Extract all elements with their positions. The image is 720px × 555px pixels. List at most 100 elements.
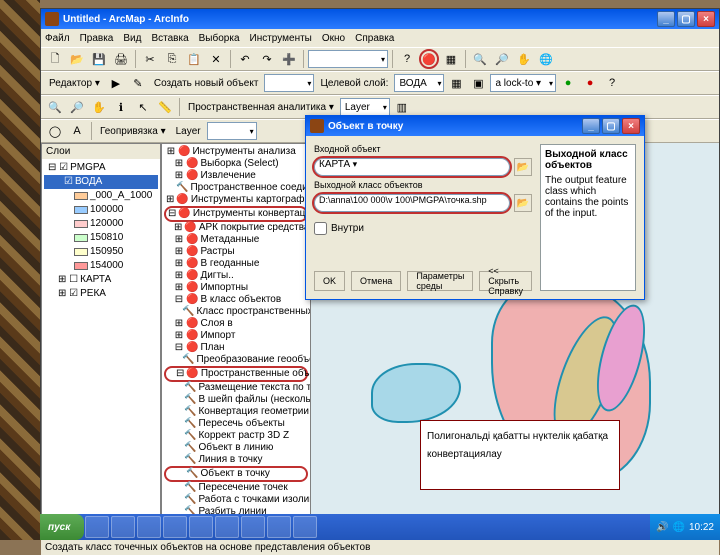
layer-combo[interactable]: Layer: [340, 98, 390, 116]
taskbar-item[interactable]: [163, 516, 187, 538]
cat-item-features[interactable]: ⊟🔴Пространственные объекты: [164, 366, 308, 382]
task-combo[interactable]: [264, 74, 314, 92]
cat-sub[interactable]: 🔨Пересечение точек: [164, 482, 308, 494]
environments-button[interactable]: Параметры среды: [407, 271, 473, 291]
dialog-close-button[interactable]: ×: [622, 118, 640, 134]
add-data-button[interactable]: ➕: [279, 49, 299, 69]
menu-view[interactable]: Вид: [123, 33, 141, 44]
dialog-maximize-button[interactable]: ▢: [602, 118, 620, 134]
measure-tool[interactable]: 📏: [155, 97, 175, 117]
toc-layer[interactable]: 150950: [44, 245, 158, 259]
cat-sub[interactable]: 🔨Линия в точку: [164, 454, 308, 466]
cat-sub[interactable]: 🔨В шейп файлы (несколько): [164, 394, 308, 406]
delete-button[interactable]: ✕: [206, 49, 226, 69]
georef-layer-combo[interactable]: [207, 122, 257, 140]
taskbar-item[interactable]: [267, 516, 291, 538]
cat-item[interactable]: ⊞🔴В геоданные: [164, 258, 308, 270]
pan-button[interactable]: ✋: [514, 49, 534, 69]
menu-tools[interactable]: Инструменты: [250, 33, 312, 44]
pan-tool[interactable]: ✋: [89, 97, 109, 117]
taskbar-item[interactable]: [85, 516, 109, 538]
toc-layer[interactable]: _000_A_1000: [44, 189, 158, 203]
input-features-field[interactable]: КАРТА ▾: [314, 158, 510, 176]
cat-sub[interactable]: 🔨Объект в линию: [164, 442, 308, 454]
open-button[interactable]: 📂: [67, 49, 87, 69]
cat-item[interactable]: ⊞🔴Слоя в: [164, 318, 308, 330]
catalog-button[interactable]: ▦: [441, 49, 461, 69]
spatial-analyst-label[interactable]: Пространственная аналитика ▾: [188, 102, 334, 113]
start-button[interactable]: пуск: [40, 514, 84, 540]
close-button[interactable]: ×: [697, 11, 715, 27]
tray-icon[interactable]: 🔊: [656, 522, 668, 533]
cat-item[interactable]: ⊞🔴Импортны: [164, 282, 308, 294]
output-class-field[interactable]: D:\anna\100 000\v 100\PMGPA\точка.shp: [314, 194, 510, 212]
sketch-props-button[interactable]: ▣: [468, 73, 488, 93]
cut-button[interactable]: ✂: [140, 49, 160, 69]
redo-button[interactable]: ↷: [257, 49, 277, 69]
help2-button[interactable]: ?: [602, 73, 622, 93]
taskbar-item[interactable]: [293, 516, 317, 538]
clock[interactable]: 10:22: [689, 522, 714, 533]
taskbar-item[interactable]: [215, 516, 239, 538]
cat-sub[interactable]: 🔨Конвертация геометрии по: [164, 406, 308, 418]
cancel-button[interactable]: Отмена: [351, 271, 401, 291]
menu-selection[interactable]: Выборка: [199, 33, 240, 44]
zoom-out-tool[interactable]: 🔎: [67, 97, 87, 117]
browse-output-button[interactable]: 📂: [514, 194, 532, 212]
target-combo[interactable]: ВОДА: [394, 74, 444, 92]
attributes-button[interactable]: ▦: [446, 73, 466, 93]
dialog-minimize-button[interactable]: _: [582, 118, 600, 134]
zoom-in-button[interactable]: 🔍: [470, 49, 490, 69]
maximize-button[interactable]: ▢: [677, 11, 695, 27]
taskbar-item[interactable]: [189, 516, 213, 538]
menu-file[interactable]: Файл: [45, 33, 70, 44]
menu-help[interactable]: Справка: [355, 33, 394, 44]
cat-sub[interactable]: 🔨Размещение текста по точкам: [164, 382, 308, 394]
lock-combo[interactable]: a lock-to ▾: [490, 74, 556, 92]
cat-item[interactable]: ⊞🔴Импорт: [164, 330, 308, 342]
help-button[interactable]: ?: [397, 49, 417, 69]
toc-layer-selected[interactable]: ☑ ВОДА: [44, 175, 158, 189]
toc-layer[interactable]: 150810: [44, 231, 158, 245]
taskbar-item[interactable]: [111, 516, 135, 538]
sketch-tool-button[interactable]: ✎: [128, 73, 148, 93]
cat-item[interactable]: ⊟🔴План: [164, 342, 308, 354]
identify-tool[interactable]: ℹ: [111, 97, 131, 117]
cat-item[interactable]: ⊞🔴Инструменты картографии: [164, 194, 308, 206]
select-tool[interactable]: ↖: [133, 97, 153, 117]
paste-button[interactable]: 📋: [184, 49, 204, 69]
menu-window[interactable]: Окно: [322, 33, 345, 44]
new-button[interactable]: 🗋: [45, 49, 65, 69]
cat-item[interactable]: ⊞🔴Растры: [164, 246, 308, 258]
cat-item[interactable]: ⊞🔴Инструменты анализа: [164, 146, 308, 158]
toc-layer[interactable]: 154000: [44, 259, 158, 273]
menu-edit[interactable]: Правка: [80, 33, 114, 44]
toc-root[interactable]: ⊟ ☑ PMGPA: [44, 161, 158, 175]
save-button[interactable]: 💾: [89, 49, 109, 69]
cat-feature-to-point[interactable]: 🔨Объект в точку: [164, 466, 308, 482]
cat-sub[interactable]: 🔨Работа с точками изолиний: [164, 494, 308, 506]
text-button[interactable]: A: [67, 121, 87, 141]
toc-layer[interactable]: 100000: [44, 203, 158, 217]
hist-button[interactable]: ▥: [392, 97, 412, 117]
cat-item[interactable]: ⊞🔴Метаданные: [164, 234, 308, 246]
zoom-out-button[interactable]: 🔎: [492, 49, 512, 69]
inside-checkbox[interactable]: [314, 222, 327, 235]
copy-button[interactable]: ⎘: [162, 49, 182, 69]
cat-item[interactable]: ⊞🔴Дигты..: [164, 270, 308, 282]
cat-item[interactable]: 🔨Преобразование геообъектов на: [164, 354, 308, 366]
toc-layer-karta[interactable]: ⊞ ☐ КАРТА: [44, 273, 158, 287]
toc-layer[interactable]: 120000: [44, 217, 158, 231]
scale-combo[interactable]: [308, 50, 388, 68]
cat-item[interactable]: ⊞🔴АРК покрытие средства: [164, 222, 308, 234]
cat-sub[interactable]: 🔨Коррект растр 3D Z: [164, 430, 308, 442]
cat-item[interactable]: ⊞🔴Извлечение: [164, 170, 308, 182]
full-extent-button[interactable]: 🌐: [536, 49, 556, 69]
print-button[interactable]: 🖨: [111, 49, 131, 69]
browse-input-button[interactable]: 📂: [514, 158, 532, 176]
menu-insert[interactable]: Вставка: [151, 33, 188, 44]
system-tray[interactable]: 🔊 🌐 10:22: [650, 514, 720, 540]
draw-button[interactable]: ◯: [45, 121, 65, 141]
cat-sub[interactable]: 🔨Пересечь объекты: [164, 418, 308, 430]
zoom-tool[interactable]: 🔍: [45, 97, 65, 117]
